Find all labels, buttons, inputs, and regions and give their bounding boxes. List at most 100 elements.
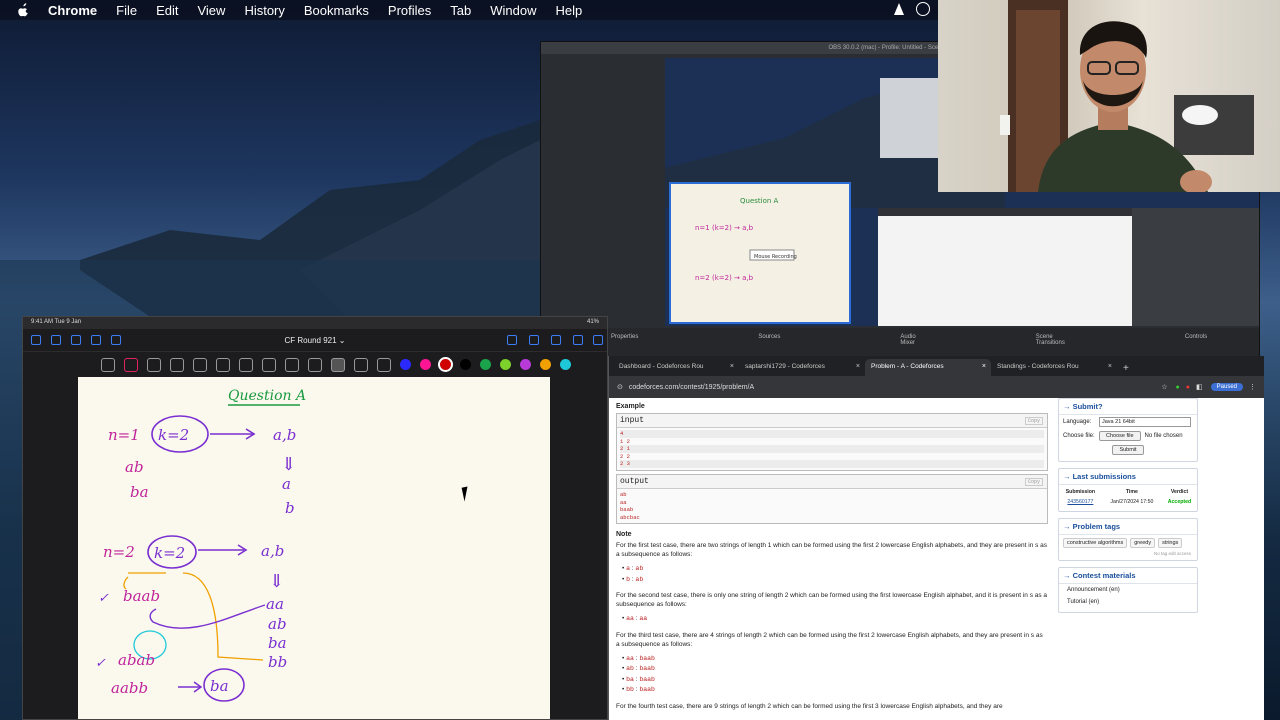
- language-label: Language:: [1063, 419, 1092, 425]
- extension-icon[interactable]: ●: [1176, 384, 1180, 391]
- menu-help[interactable]: Help: [556, 3, 583, 18]
- close-tab-icon[interactable]: ×: [982, 363, 986, 370]
- webcam-person-image: [1000, 0, 1254, 192]
- material-tutorial[interactable]: Tutorial (en): [1059, 596, 1197, 608]
- tab-strip: Dashboard - Codeforces Rou × saptarshi172…: [609, 356, 1264, 376]
- more-icon[interactable]: [593, 335, 603, 345]
- undo-icon[interactable]: [507, 335, 517, 345]
- menu-app-chrome[interactable]: Chrome: [48, 3, 97, 18]
- extensions-puzzle-icon[interactable]: ◧: [1196, 383, 1203, 391]
- language-select[interactable]: Java 21 64bit: [1099, 417, 1191, 427]
- record-extension-icon[interactable]: ●: [1186, 384, 1190, 391]
- color-swatch-orange[interactable]: [540, 359, 551, 370]
- text-tool-icon[interactable]: [285, 357, 299, 372]
- note-paragraph: For the fourth test case, there are 9 st…: [616, 702, 1003, 710]
- menu-bookmarks[interactable]: Bookmarks: [304, 3, 369, 18]
- link-tool-icon[interactable]: [308, 357, 322, 372]
- tab-dashboard[interactable]: Dashboard - Codeforces Rou ×: [613, 359, 739, 376]
- color-swatch-lime[interactable]: [500, 359, 511, 370]
- medium-stroke-icon[interactable]: [354, 357, 368, 372]
- obs-dock-audio[interactable]: Audio Mixer: [900, 334, 915, 352]
- redo-icon[interactable]: [529, 335, 539, 345]
- tab-profile[interactable]: saptarshi1729 - Codeforces ×: [739, 359, 865, 376]
- item-value: aa: [639, 615, 648, 623]
- highlighter-tool-icon[interactable]: [170, 357, 184, 372]
- item-value: ab: [635, 565, 644, 573]
- menu-profiles[interactable]: Profiles: [388, 3, 431, 18]
- document-title[interactable]: CF Round 921 ⌄: [285, 336, 346, 345]
- color-swatch-purple[interactable]: [520, 359, 531, 370]
- thick-stroke-icon[interactable]: [377, 357, 391, 372]
- choose-file-button[interactable]: Choose file: [1099, 431, 1141, 441]
- new-tab-icon[interactable]: +: [1117, 361, 1135, 376]
- add-page-icon[interactable]: [551, 335, 561, 345]
- color-swatch-cyan[interactable]: [560, 359, 571, 370]
- tab-problem[interactable]: Problem - A - Codeforces ×: [865, 359, 991, 376]
- color-swatch-black[interactable]: [460, 359, 471, 370]
- menu-view[interactable]: View: [197, 3, 225, 18]
- obs-dock-transitions[interactable]: Scene Transitions: [1036, 334, 1065, 352]
- profile-paused-badge[interactable]: Paused: [1210, 383, 1243, 391]
- menu-window[interactable]: Window: [490, 3, 536, 18]
- obs-status-icon[interactable]: [916, 2, 930, 16]
- pen-tool-icon[interactable]: [124, 357, 138, 372]
- color-swatch-red[interactable]: [438, 357, 453, 372]
- color-swatch-green[interactable]: [480, 359, 491, 370]
- ipad-status-bar: 9:41 AM Tue 9 Jan 41%: [23, 317, 607, 329]
- apple-icon[interactable]: [16, 3, 30, 17]
- note-page[interactable]: Question A n=1 k=2 a,b ab ba ⇓ a b n=2 k…: [78, 377, 550, 719]
- thin-stroke-icon[interactable]: [331, 357, 345, 372]
- shapes-tool-icon[interactable]: [193, 357, 207, 372]
- copy-output-button[interactable]: Copy: [1024, 477, 1043, 486]
- problem-tags-box: → Problem tags constructive algorithms g…: [1058, 518, 1198, 561]
- menu-tab[interactable]: Tab: [450, 3, 471, 18]
- obs-docks: Properties Sources Audio Mixer Scene Tra…: [541, 328, 1259, 358]
- tag-chip[interactable]: greedy: [1130, 538, 1156, 548]
- color-swatch-blue[interactable]: [400, 359, 411, 370]
- item-value: baab: [639, 665, 655, 673]
- svg-text:⇓: ⇓: [281, 454, 296, 475]
- close-icon[interactable]: [573, 335, 583, 345]
- laser-tool-icon[interactable]: [239, 357, 253, 372]
- site-info-icon[interactable]: ⊙: [617, 383, 623, 391]
- menu-file[interactable]: File: [116, 3, 137, 18]
- obs-dock-sources[interactable]: Sources: [758, 334, 780, 352]
- tab-standings[interactable]: Standings - Codeforces Rou ×: [991, 359, 1117, 376]
- item-key: bb: [626, 686, 634, 694]
- submit-button[interactable]: Submit: [1112, 445, 1144, 455]
- close-tab-icon[interactable]: ×: [856, 363, 860, 370]
- url-field[interactable]: codeforces.com/contest/1925/problem/A: [629, 384, 1161, 391]
- chrome-menu-icon[interactable]: ⋮: [1249, 383, 1256, 391]
- item-value: ab: [635, 575, 644, 583]
- svg-text:Question A: Question A: [740, 197, 779, 205]
- last-submissions-box: → Last submissions Submission Time Verdi…: [1058, 468, 1198, 512]
- eraser-tool-icon[interactable]: [147, 357, 161, 372]
- input-line: 2 2: [620, 452, 630, 460]
- bookmark-star-icon[interactable]: ☆: [1161, 383, 1167, 391]
- obs-dock-controls[interactable]: Controls: [1185, 334, 1207, 352]
- input-line: 2 3: [620, 460, 1044, 468]
- zoom-tool-icon[interactable]: [101, 357, 115, 372]
- bookmark-icon[interactable]: [91, 335, 101, 345]
- menu-history[interactable]: History: [244, 3, 284, 18]
- grid-icon[interactable]: [51, 335, 61, 345]
- close-tab-icon[interactable]: ×: [730, 363, 734, 370]
- copy-input-button[interactable]: Copy: [1024, 417, 1043, 425]
- search-icon[interactable]: [71, 335, 81, 345]
- share-icon[interactable]: [111, 335, 121, 345]
- vlc-icon[interactable]: [892, 2, 906, 16]
- list-item: • bb : baab: [622, 686, 655, 694]
- obs-dock-properties[interactable]: Properties: [611, 334, 638, 352]
- menu-edit[interactable]: Edit: [156, 3, 178, 18]
- input-lines: 4 1 2 2 1 2 2 2 3: [617, 428, 1047, 470]
- item-value: baab: [639, 686, 655, 694]
- color-swatch-pink[interactable]: [420, 359, 431, 370]
- lasso-tool-icon[interactable]: [216, 357, 230, 372]
- submission-link[interactable]: 243560177: [1059, 497, 1102, 507]
- close-tab-icon[interactable]: ×: [1108, 363, 1112, 370]
- tag-chip[interactable]: constructive algorithms: [1063, 538, 1128, 548]
- tag-chip[interactable]: strings: [1158, 538, 1183, 548]
- material-announcement[interactable]: Announcement (en): [1059, 584, 1197, 596]
- image-tool-icon[interactable]: [262, 357, 276, 372]
- back-icon[interactable]: [31, 335, 41, 345]
